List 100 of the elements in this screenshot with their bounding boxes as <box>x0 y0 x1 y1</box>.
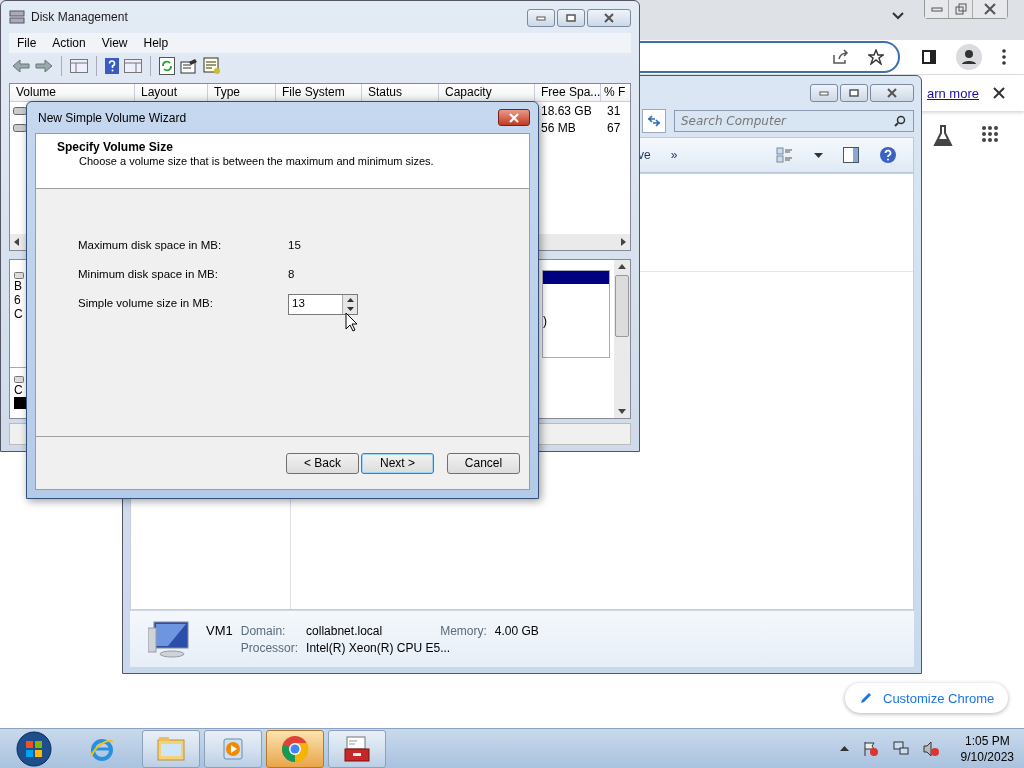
customize-chrome-button[interactable]: Customize Chrome <box>845 683 1009 713</box>
speaker-muted-icon[interactable] <box>922 740 939 757</box>
processor-value: Intel(R) Xeon(R) CPU E5... <box>306 641 452 655</box>
show-hidden-icons-icon[interactable] <box>839 746 849 751</box>
dialog-button[interactable]: Cancel <box>447 452 520 474</box>
restore-icon <box>954 3 967 15</box>
help-icon[interactable] <box>879 146 897 164</box>
computer-name: VM1 <box>206 623 233 638</box>
menu-item[interactable]: Help <box>135 36 177 50</box>
pencil-icon <box>859 691 873 705</box>
disk-info-text: 6 <box>14 293 21 307</box>
step-heading: Specify Volume Size <box>57 140 174 154</box>
maximize-button[interactable] <box>557 9 585 27</box>
scroll-left-icon[interactable] <box>14 238 20 246</box>
disk-info-text: B <box>14 279 22 293</box>
field-label: Maximum disk space in MB: <box>78 239 223 251</box>
refresh-icon[interactable] <box>159 57 175 75</box>
domain-label: Domain: <box>240 624 287 638</box>
toolbar-item[interactable]: » <box>670 148 678 162</box>
close-button[interactable] <box>587 9 631 27</box>
dropdown-arrow-icon[interactable] <box>814 152 823 158</box>
preview-pane-icon[interactable] <box>843 147 859 163</box>
step-description: Choose a volume size that is between the maximum and minimum sizes. <box>78 155 435 167</box>
taskbar-app-button[interactable] <box>328 729 386 768</box>
table-cell-text: 67 <box>606 120 622 135</box>
forward-arrow-icon[interactable] <box>35 59 53 73</box>
partition-block[interactable]: ) <box>542 270 610 358</box>
unallocated-bar <box>14 397 26 409</box>
menu-icon[interactable] <box>1002 49 1006 65</box>
close-icon <box>984 3 996 15</box>
scroll-up-icon[interactable] <box>618 264 626 269</box>
maximize-icon <box>566 14 576 22</box>
flag-error-icon[interactable] <box>862 740 879 757</box>
refresh-arrows-icon <box>647 115 661 127</box>
folder-icon <box>156 735 186 762</box>
volume-icon <box>13 106 27 115</box>
start-button[interactable] <box>16 730 52 767</box>
address-bar[interactable] <box>640 41 900 73</box>
field-value: 15 <box>288 239 301 251</box>
disk-info-text: C <box>14 383 23 397</box>
field-label: Minimum disk space in MB: <box>78 268 219 280</box>
dialog-title: New Simple Volume Wizard <box>38 110 187 125</box>
close-button[interactable] <box>870 84 914 102</box>
close-button[interactable] <box>973 0 1007 18</box>
close-button[interactable] <box>498 109 530 126</box>
vertical-scrollbar[interactable] <box>614 260 630 418</box>
restore-button[interactable] <box>949 0 973 18</box>
disk-info-text: C <box>14 307 23 321</box>
table-cell-text: 31 <box>606 103 622 118</box>
column-header[interactable]: % F <box>601 84 630 101</box>
apps-grid-icon[interactable] <box>981 125 999 143</box>
close-icon[interactable] <box>993 87 1005 99</box>
minimize-icon <box>536 15 546 21</box>
memory-value: 4.00 GB <box>494 624 539 638</box>
console-tree-icon[interactable] <box>70 59 88 73</box>
maximize-icon <box>849 89 859 97</box>
table-cell-text: 56 MB <box>540 120 577 135</box>
share-icon[interactable] <box>832 49 850 65</box>
search-field[interactable]: Search Computer <box>674 110 914 132</box>
dialog-button[interactable]: < Back <box>286 452 359 474</box>
menu-item[interactable]: Action <box>44 36 94 50</box>
processor-label: Processor: <box>240 641 299 655</box>
volume-icon <box>13 123 27 132</box>
scroll-down-icon[interactable] <box>618 409 626 414</box>
close-icon <box>603 13 615 23</box>
window-title: Disk Management <box>31 10 128 24</box>
profile-icon[interactable] <box>956 44 982 70</box>
media-player-icon <box>221 736 245 761</box>
domain-value: collabnet.local <box>306 624 383 638</box>
flask-icon[interactable] <box>933 125 953 147</box>
scroll-right-icon[interactable] <box>620 238 626 246</box>
table-cell-text: 18.63 GB <box>540 103 593 118</box>
memory-label: Memory: <box>440 624 487 638</box>
menu-item[interactable]: View <box>93 36 136 50</box>
refresh-button[interactable] <box>642 109 666 133</box>
clock-time[interactable]: 1:05 PM <box>964 732 1010 749</box>
computer-icon <box>148 620 192 658</box>
help-icon[interactable] <box>105 58 119 74</box>
partition-text: ) <box>543 313 547 328</box>
close-icon <box>508 112 520 123</box>
minimize-button[interactable] <box>527 9 555 27</box>
network-icon[interactable] <box>892 740 909 757</box>
action-pane-icon[interactable] <box>124 59 142 73</box>
star-icon[interactable] <box>868 49 884 65</box>
settings-icon[interactable] <box>203 57 221 75</box>
maximize-button[interactable] <box>840 84 868 102</box>
properties-icon[interactable] <box>180 58 198 74</box>
dialog-button[interactable]: Next > <box>361 452 434 474</box>
minimize-icon <box>930 6 943 12</box>
minimize-button[interactable] <box>810 84 838 102</box>
learn-more-link[interactable]: arn more <box>926 85 979 101</box>
chevron-down-icon[interactable] <box>892 12 904 20</box>
back-arrow-icon[interactable] <box>12 59 30 73</box>
clock-date[interactable]: 9/10/2023 <box>960 748 1014 765</box>
field-value: 8 <box>288 268 295 280</box>
column-header[interactable]: Free Spa... <box>535 84 601 101</box>
taskbar-app-button[interactable] <box>266 729 324 768</box>
side-panel-icon[interactable] <box>922 50 936 64</box>
menu-item[interactable]: File <box>9 36 45 50</box>
partition-header-bar <box>543 271 609 284</box>
